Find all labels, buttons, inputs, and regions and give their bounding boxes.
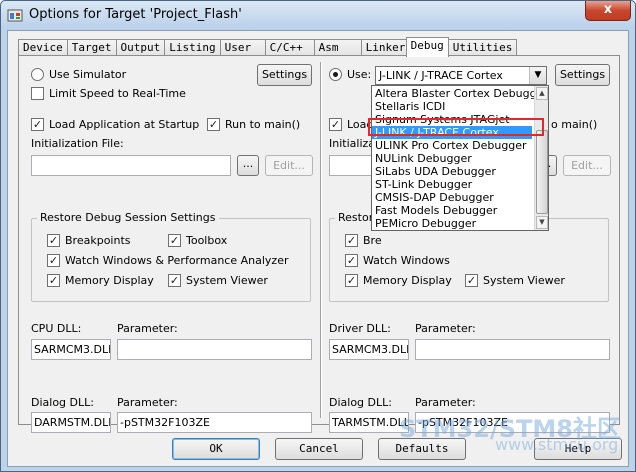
driver-param-label: Parameter: [415, 322, 476, 335]
use-debugger-label: Use: [347, 68, 372, 81]
cpu-param-input[interactable] [117, 339, 312, 360]
title-bar[interactable]: Options for Target 'Project_Flash' x [1, 1, 635, 29]
ok-button[interactable]: OK [172, 438, 260, 460]
watermark-url: www.stmcu.org [495, 435, 619, 454]
simulator-settings-button[interactable]: Settings [257, 64, 312, 86]
load-app-checkbox[interactable]: ✓ [31, 118, 44, 131]
memory-display-checkbox[interactable]: ✓ [47, 274, 60, 287]
cancel-button[interactable]: Cancel [275, 438, 363, 460]
watch-windows-checkbox[interactable]: ✓ [47, 254, 60, 267]
tab-linker[interactable]: Linker [360, 39, 407, 56]
right-run-to-main-label: o main() [551, 118, 598, 131]
cpu-dll-label: CPU DLL: [31, 322, 82, 335]
dropdown-item-pemicro[interactable]: PEMicro Debugger [375, 217, 476, 230]
system-viewer-label: System Viewer [186, 274, 268, 287]
tab-listing[interactable]: Listing [164, 39, 221, 56]
init-file-label: Initialization File: [31, 137, 124, 150]
right-watch-windows-checkbox[interactable]: ✓ [345, 254, 358, 267]
tab-user[interactable]: User [219, 39, 266, 56]
right-init-file-edit-button[interactable]: Edit... [563, 155, 611, 176]
breakpoints-label: Breakpoints [65, 234, 131, 247]
scroll-up-icon[interactable]: ▲ [536, 87, 548, 100]
dropdown-item-silabs[interactable]: SiLabs UDA Debugger [375, 165, 496, 178]
scrollbar-thumb[interactable] [536, 130, 548, 214]
tab-target[interactable]: Target [66, 39, 117, 56]
dropdown-item-stellaris[interactable]: Stellaris ICDI [375, 100, 445, 113]
chevron-down-icon[interactable]: ▼ [529, 67, 546, 84]
toolbox-label: Toolbox [186, 234, 228, 247]
scroll-down-icon[interactable]: ▼ [536, 216, 548, 229]
options-dialog: Options for Target 'Project_Flash' x Dev… [0, 0, 636, 472]
load-app-label: Load Application at Startup [49, 118, 200, 131]
use-simulator-radio[interactable] [31, 68, 44, 81]
close-icon: x [603, 2, 613, 17]
dropdown-item-st-link[interactable]: ST-Link Debugger [375, 178, 472, 191]
dropdown-item-ulink-pro[interactable]: ULINK Pro Cortex Debugger [375, 139, 527, 152]
dropdown-item-nulink[interactable]: NULink Debugger [375, 152, 472, 165]
panel-divider [320, 62, 322, 418]
dropdown-scrollbar[interactable]: ▲ ▼ [534, 86, 548, 230]
right-watch-windows-label: Watch Windows [363, 254, 450, 267]
limit-speed-label: Limit Speed to Real-Time [49, 87, 186, 100]
system-viewer-checkbox[interactable]: ✓ [168, 274, 181, 287]
tab-debug[interactable]: Debug [405, 37, 449, 57]
window-title: Options for Target 'Project_Flash' [29, 7, 242, 22]
use-simulator-label: Use Simulator [49, 68, 127, 81]
dialog-dll-input[interactable]: DARMSTM.DLL [31, 412, 111, 433]
cpu-dll-input[interactable]: SARMCM3.DLL [31, 339, 111, 360]
driver-dll-label: Driver DLL: [329, 322, 391, 335]
init-file-input[interactable] [31, 155, 231, 176]
tab-output[interactable]: Output [115, 39, 166, 56]
dialog-dll-label: Dialog DLL: [31, 396, 94, 409]
init-file-edit-button[interactable]: Edit... [265, 155, 313, 176]
right-load-app-checkbox[interactable]: ✓ [329, 118, 342, 131]
tab-utilities[interactable]: Utilities [447, 39, 518, 56]
right-dialog-dll-input[interactable]: TARMSTM.DLL [329, 412, 409, 433]
right-dialog-dll-label: Dialog DLL: [329, 396, 392, 409]
cpu-param-label: Parameter: [117, 322, 178, 335]
right-system-viewer-label: System Viewer [483, 274, 565, 287]
restore-settings-legend: Restore Debug Session Settings [37, 211, 219, 224]
driver-param-input[interactable] [415, 339, 610, 360]
right-dialog-param-label: Parameter: [415, 396, 476, 409]
right-breakpoints-label: Bre [363, 234, 382, 247]
tab-c-cpp[interactable]: C/C++ [264, 39, 315, 56]
dropdown-item-cmsis-dap[interactable]: CMSIS-DAP Debugger [375, 191, 494, 204]
tab-strip: Device Target Output Listing User C/C++ … [18, 37, 518, 57]
right-memory-display-label: Memory Display [363, 274, 452, 287]
dropdown-item-altera[interactable]: Altera Blaster Cortex Debugger [375, 87, 548, 100]
tab-asm[interactable]: Asm [313, 39, 362, 56]
right-memory-display-checkbox[interactable]: ✓ [345, 274, 358, 287]
right-breakpoints-checkbox[interactable]: ✓ [345, 234, 358, 247]
use-debugger-radio[interactable] [329, 68, 342, 81]
watch-windows-label: Watch Windows & Performance Analyzer [65, 254, 289, 267]
run-to-main-label: Run to main() [225, 118, 301, 131]
memory-display-label: Memory Display [65, 274, 154, 287]
debugger-settings-button[interactable]: Settings [555, 64, 610, 86]
debugger-dropdown-list: Altera Blaster Cortex Debugger Stellaris… [371, 85, 549, 231]
limit-speed-checkbox[interactable] [31, 87, 44, 100]
dropdown-item-fast-models[interactable]: Fast Models Debugger [375, 204, 497, 217]
right-system-viewer-checkbox[interactable]: ✓ [465, 274, 478, 287]
dialog-param-label: Parameter: [117, 396, 178, 409]
dialog-param-input[interactable]: -pSTM32F103ZE [117, 412, 312, 433]
tab-device[interactable]: Device [18, 39, 68, 56]
app-icon [7, 9, 23, 22]
breakpoints-checkbox[interactable]: ✓ [47, 234, 60, 247]
debugger-select[interactable]: J-LINK / J-TRACE Cortex ▼ [375, 66, 547, 85]
selection-highlight-box [368, 118, 544, 136]
close-button[interactable]: x [585, 1, 631, 21]
debugger-select-value: J-LINK / J-TRACE Cortex [379, 69, 503, 82]
driver-dll-input[interactable]: SARMCM3.DLL [329, 339, 409, 360]
toolbox-checkbox[interactable]: ✓ [168, 234, 181, 247]
right-init-file-input[interactable] [329, 155, 373, 176]
run-to-main-checkbox[interactable]: ✓ [207, 118, 220, 131]
init-file-browse-button[interactable]: ... [237, 155, 259, 176]
